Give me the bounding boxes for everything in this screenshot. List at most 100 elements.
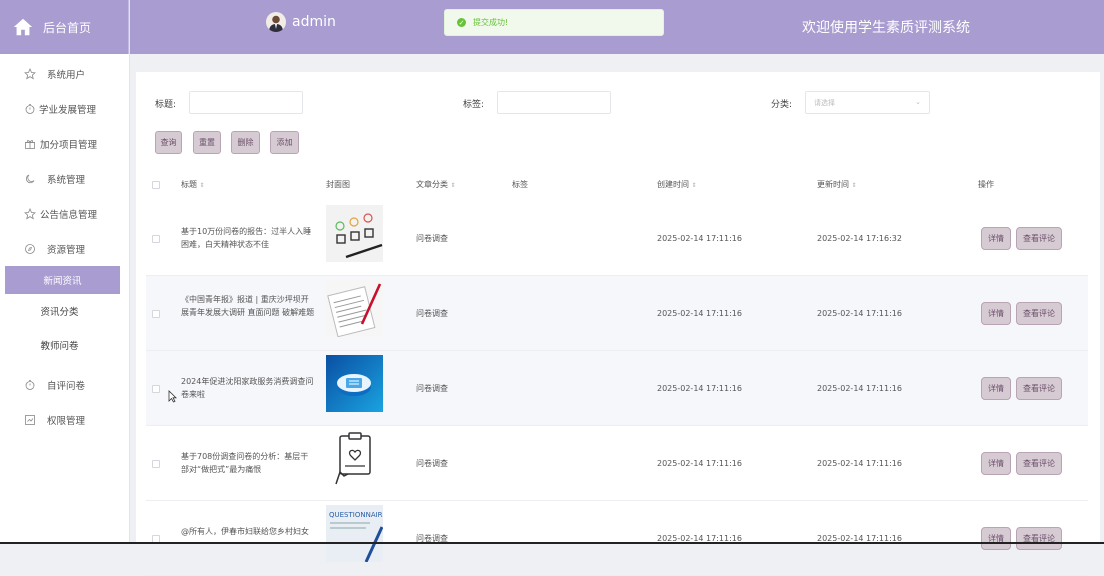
th-tag: 标签 (512, 180, 528, 189)
cover-image (326, 430, 383, 487)
row-created: 2025-02-14 17:11:16 (657, 309, 742, 318)
avatar (266, 12, 286, 32)
home-label: 后台首页 (43, 20, 92, 35)
sidebar-subitem-label: 资讯分类 (40, 307, 79, 318)
username: admin (292, 14, 336, 30)
tag-filter-label: 标签: (463, 100, 485, 110)
th-updated-label: 更新时间 (817, 180, 849, 189)
chevron-down-icon: ⌄ (915, 98, 921, 106)
detail-button[interactable]: 详情 (981, 527, 1011, 550)
chart-icon (25, 414, 35, 425)
row-category: 问卷调查 (416, 384, 448, 393)
star-icon (24, 207, 36, 219)
row-updated: 2025-02-14 17:11:16 (817, 384, 902, 393)
detail-button[interactable]: 详情 (981, 377, 1011, 400)
query-button[interactable]: 查询 (155, 131, 182, 154)
top-header: admin ✓ 提交成功! 欢迎使用学生素质评测系统 (130, 0, 1104, 54)
delete-button[interactable]: 删除 (231, 131, 260, 154)
star-icon (24, 67, 36, 79)
sidebar-subitem-news[interactable]: 新闻资讯 (5, 266, 120, 294)
sort-icon: ⇕ (199, 182, 205, 189)
row-title[interactable]: @所有人，伊春市妇联给您乡村妇女 (181, 525, 316, 538)
sidebar-subitem-label: 教师问卷 (40, 341, 79, 352)
view-comments-button[interactable]: 查看评论 (1016, 227, 1062, 250)
table-row: 基于10万份问卷的报告：过半人入睡困难，白天精神状态不佳 问卷调查 2025-0… (146, 201, 1088, 276)
view-comments-button[interactable]: 查看评论 (1016, 452, 1062, 475)
success-toast: ✓ 提交成功! (444, 9, 664, 36)
timer-icon (25, 103, 35, 114)
reset-button[interactable]: 重置 (193, 131, 221, 154)
row-category: 问卷调查 (416, 459, 448, 468)
moon-icon (26, 174, 35, 183)
select-all-checkbox[interactable] (152, 181, 160, 189)
view-comments-button[interactable]: 查看评论 (1016, 527, 1062, 550)
compass-icon (25, 243, 35, 254)
sidebar-item-label: 自评问卷 (47, 380, 86, 392)
sidebar-item-bonus[interactable]: 加分项目管理 (0, 126, 129, 161)
detail-button[interactable]: 详情 (981, 302, 1011, 325)
sidebar-item-resources[interactable]: 资源管理 (0, 231, 129, 266)
row-title[interactable]: 2024年促进沈阳家政服务消费调查问卷来啦 (181, 375, 316, 401)
title-filter-label: 标题: (155, 100, 177, 110)
table-row: 《中国青年报》报道 | 重庆沙坪坝开展青年发展大调研 直面问题 破解难题 问卷调… (146, 276, 1088, 351)
row-checkbox[interactable] (152, 460, 160, 468)
row-checkbox[interactable] (152, 310, 160, 318)
row-title[interactable]: 基于708份调查问卷的分析：基层干部对“做把式”最为痛恨 (181, 450, 316, 476)
th-updated[interactable]: 更新时间 ⇕ (817, 179, 857, 190)
cover-image (326, 355, 383, 412)
row-updated: 2025-02-14 17:11:16 (817, 459, 902, 468)
sort-icon: ⇕ (691, 182, 697, 189)
cover-image (326, 280, 383, 337)
row-updated: 2025-02-14 17:11:16 (817, 309, 902, 318)
th-created[interactable]: 创建时间 ⇕ (657, 179, 697, 190)
row-checkbox[interactable] (152, 385, 160, 393)
row-created: 2025-02-14 17:11:16 (657, 384, 742, 393)
table-row: 基于708份调查问卷的分析：基层干部对“做把式”最为痛恨 问卷调查 2025-0… (146, 426, 1088, 501)
toast-message: 提交成功! (473, 18, 509, 27)
th-title-label: 标题 (181, 180, 197, 189)
detail-button[interactable]: 详情 (981, 227, 1011, 250)
main-panel: 标题: 标签: 分类: 请选择 ⌄ 查询 重置 删除 添加 标题 ⇕ 封面图 文… (136, 72, 1100, 576)
cover-image (326, 205, 383, 262)
row-checkbox[interactable] (152, 235, 160, 243)
row-title[interactable]: 基于10万份问卷的报告：过半人入睡困难，白天精神状态不佳 (181, 225, 316, 251)
row-category: 问卷调查 (416, 309, 448, 318)
table-row: 2024年促进沈阳家政服务消费调查问卷来啦 问卷调查 2025-02-14 17… (146, 351, 1088, 426)
category-placeholder: 请选择 (814, 98, 835, 107)
gift-icon (25, 139, 35, 149)
sidebar-subitem-teacher-survey[interactable]: 教师问卷 (0, 328, 129, 362)
check-circle-icon: ✓ (457, 18, 466, 27)
tag-input[interactable] (497, 91, 611, 114)
row-updated: 2025-02-14 17:16:32 (817, 234, 902, 243)
table-row: @所有人，伊春市妇联给您乡村妇女 QUESTIONNAIRE 问卷调查 2025… (146, 501, 1088, 576)
cover-image: QUESTIONNAIRE (326, 505, 383, 562)
th-title[interactable]: 标题 ⇕ (181, 179, 205, 190)
th-cover: 封面图 (326, 180, 350, 189)
sidebar-item-system[interactable]: 系统管理 (0, 161, 129, 196)
timer-icon (25, 379, 35, 390)
sidebar-item-label: 学业发展管理 (39, 104, 97, 116)
sidebar-item-system-users[interactable]: 系统用户 (0, 56, 129, 91)
view-comments-button[interactable]: 查看评论 (1016, 302, 1062, 325)
detail-button[interactable]: 详情 (981, 452, 1011, 475)
title-input[interactable] (189, 91, 303, 114)
category-select[interactable]: 请选择 ⌄ (805, 91, 930, 114)
sidebar-item-self-eval[interactable]: 自评问卷 (0, 367, 129, 402)
add-button[interactable]: 添加 (270, 131, 299, 154)
sidebar-item-permissions[interactable]: 权限管理 (0, 402, 129, 437)
sidebar-item-label: 权限管理 (47, 415, 86, 427)
th-category[interactable]: 文章分类 ⇕ (416, 179, 456, 190)
sidebar-subitem-news-category[interactable]: 资讯分类 (0, 294, 129, 328)
home-icon (13, 18, 33, 36)
sort-icon: ⇕ (450, 182, 456, 189)
home-link[interactable]: 后台首页 (0, 0, 129, 54)
th-created-label: 创建时间 (657, 180, 689, 189)
user-menu[interactable]: admin (266, 12, 336, 32)
sidebar-subitem-label: 新闻资讯 (43, 276, 82, 287)
sidebar-item-academic[interactable]: 学业发展管理 (0, 91, 129, 126)
category-filter-label: 分类: (771, 100, 793, 110)
row-title[interactable]: 《中国青年报》报道 | 重庆沙坪坝开展青年发展大调研 直面问题 破解难题 (181, 293, 316, 319)
view-comments-button[interactable]: 查看评论 (1016, 377, 1062, 400)
welcome-title: 欢迎使用学生素质评测系统 (802, 20, 970, 36)
sidebar-item-notice[interactable]: 公告信息管理 (0, 196, 129, 231)
